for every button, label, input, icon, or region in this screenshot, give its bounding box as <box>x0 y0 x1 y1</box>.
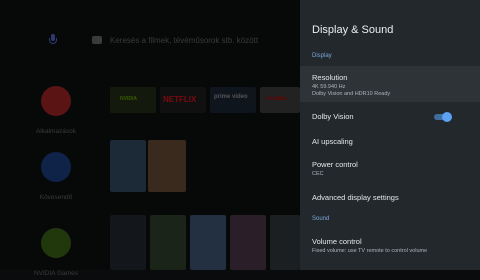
app-tile-youtube-label: YouTube <box>266 96 287 102</box>
power-control-value: CEC <box>312 171 324 177</box>
microphone-icon[interactable] <box>48 34 58 46</box>
media-tile[interactable] <box>148 140 186 192</box>
media-tile[interactable] <box>190 215 226 270</box>
resolution-value: 4K 59.940 Hz <box>312 84 346 90</box>
play-icon <box>41 152 71 182</box>
nav-apps[interactable]: Alkalmazások <box>33 86 79 138</box>
nav-follow[interactable]: Kövesendő <box>33 152 79 204</box>
volume-control-item[interactable]: Volume control Fixed volume: use TV remo… <box>300 230 480 262</box>
media-tile[interactable] <box>110 215 146 270</box>
section-display-header: Display <box>312 53 332 59</box>
app-tile-prime-label: prime video <box>214 94 248 100</box>
dolby-vision-label: Dolby Vision <box>312 112 354 121</box>
app-tile-nvidia[interactable]: NVIDIA <box>110 87 156 113</box>
nav-follow-label: Kövesendő <box>39 194 73 201</box>
keyboard-icon[interactable] <box>92 36 102 44</box>
dolby-vision-item[interactable]: Dolby Vision <box>300 104 480 128</box>
dolby-vision-toggle[interactable] <box>434 112 452 122</box>
advanced-display-label: Advanced display settings <box>312 193 399 202</box>
ai-upscaling-item[interactable]: AI upscaling <box>300 130 480 152</box>
resolution-item[interactable]: Resolution 4K 59.940 Hz Dolby Vision and… <box>300 66 480 102</box>
volume-control-label: Volume control <box>312 237 362 246</box>
media-tile[interactable] <box>110 140 146 192</box>
media-tile[interactable] <box>270 215 300 270</box>
nav-nvidia-games[interactable]: NVIDIA Games <box>33 228 79 280</box>
power-control-item[interactable]: Power control CEC <box>300 154 480 182</box>
nvidia-games-icon <box>41 228 71 258</box>
app-tile-netflix[interactable]: NETFLIX <box>160 87 206 113</box>
toggle-knob <box>442 112 452 122</box>
volume-control-value: Fixed volume: use TV remote to control v… <box>312 248 428 254</box>
nav-nvidia-games-label: NVIDIA Games <box>33 270 79 277</box>
advanced-display-item[interactable]: Advanced display settings <box>300 186 480 208</box>
app-tile-prime-video[interactable]: prime video <box>210 87 256 113</box>
power-control-label: Power control <box>312 160 358 169</box>
nav-apps-label: Alkalmazások <box>35 128 77 135</box>
app-tile-netflix-label: NETFLIX <box>163 95 197 104</box>
display-sound-panel: Display & Sound Display Resolution 4K 59… <box>300 0 480 270</box>
media-tile[interactable] <box>230 215 266 270</box>
resolution-label: Resolution <box>312 73 348 82</box>
app-tile-nvidia-label: NVIDIA <box>120 96 137 102</box>
apps-grid-icon <box>41 86 71 116</box>
section-sound-header: Sound <box>312 216 330 222</box>
ai-upscaling-label: AI upscaling <box>312 137 353 146</box>
app-tile-youtube[interactable]: YouTube <box>260 87 300 113</box>
resolution-detail: Dolby Vision and HDR10 Ready <box>312 91 391 97</box>
media-tile[interactable] <box>150 215 186 270</box>
search-placeholder: Keresés a filmek, tévéműsorok stb. közöt… <box>110 35 259 45</box>
panel-title: Display & Sound <box>312 24 394 36</box>
search-bar[interactable]: Keresés a filmek, tévéműsorok stb. közöt… <box>48 34 258 46</box>
